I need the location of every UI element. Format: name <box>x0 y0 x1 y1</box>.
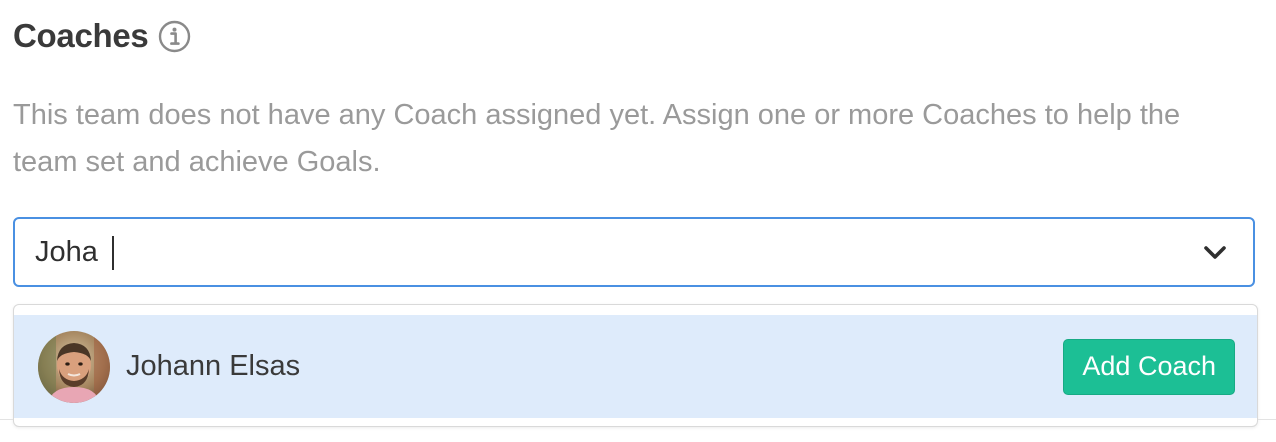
coach-option[interactable]: Johann Elsas Add Coach <box>14 315 1257 418</box>
search-results-dropdown: Johann Elsas Add Coach <box>13 304 1258 427</box>
section-title: Coaches <box>13 17 149 54</box>
section-header: Coaches <box>13 14 191 58</box>
info-icon[interactable] <box>158 20 191 53</box>
text-cursor <box>112 236 114 270</box>
coaches-panel: Coaches This team does not have any Coac… <box>0 0 1276 442</box>
divider-left <box>0 419 13 420</box>
avatar <box>38 330 110 403</box>
coach-search-input[interactable] <box>15 219 1201 285</box>
chevron-down-icon[interactable] <box>1201 238 1229 266</box>
coach-name: Johann Elsas <box>126 350 301 382</box>
add-coach-button[interactable]: Add Coach <box>1063 338 1235 395</box>
empty-state-description: This team does not have any Coach assign… <box>13 99 1181 178</box>
divider-right <box>1258 419 1276 420</box>
coach-search-select[interactable] <box>13 217 1255 287</box>
